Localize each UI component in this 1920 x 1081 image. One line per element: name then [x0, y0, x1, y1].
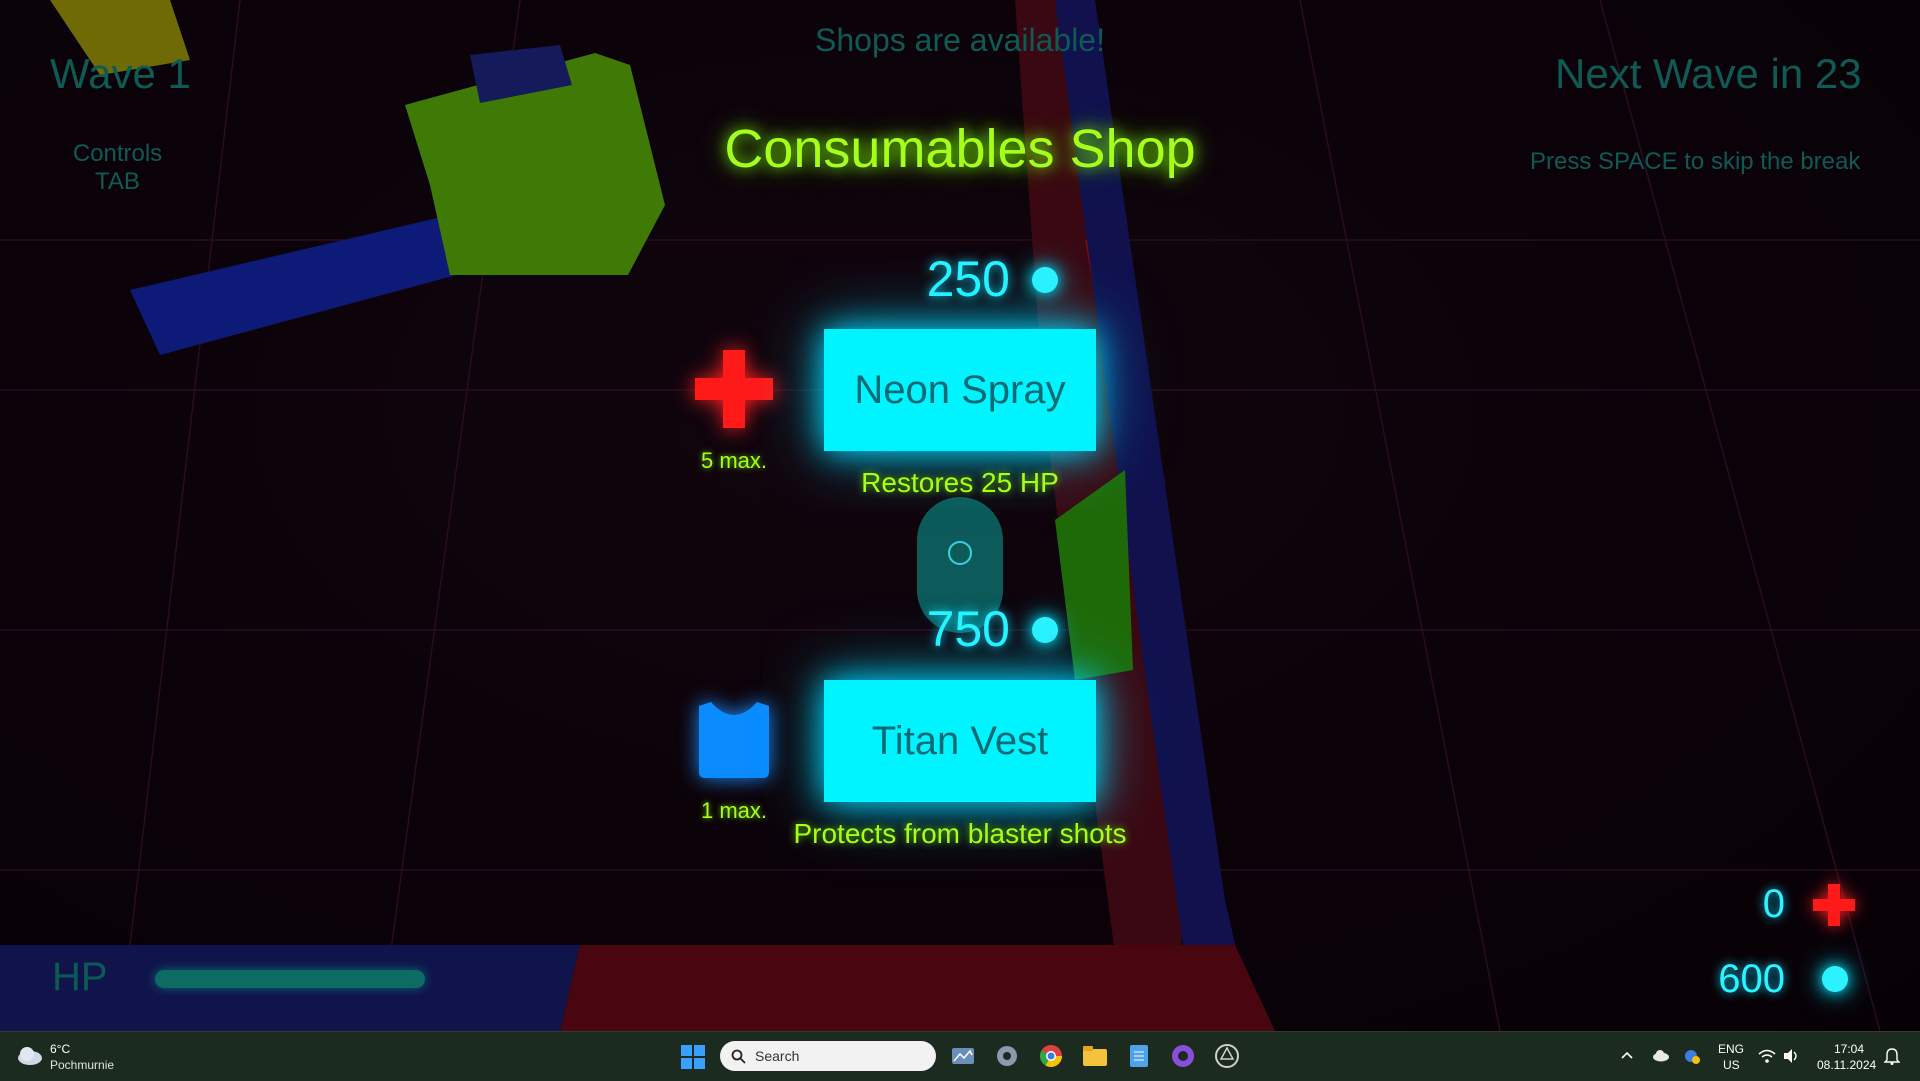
search-placeholder: Search	[755, 1048, 800, 1064]
speaker-icon[interactable]	[1782, 1047, 1800, 1065]
clock-time[interactable]: 17:04	[1834, 1042, 1864, 1056]
item-description: Protects from blaster shots	[793, 818, 1127, 849]
clock-date[interactable]: 08.11.2024	[1817, 1058, 1876, 1072]
security-status-icon[interactable]	[1683, 1047, 1701, 1065]
hp-bar	[155, 970, 425, 988]
floor-strips	[0, 945, 1275, 1031]
item-description: Restores 25 HP	[861, 467, 1059, 498]
hp-label: HP	[52, 955, 108, 999]
notification-bell-icon[interactable]	[1884, 1047, 1900, 1065]
windows-start-icon[interactable]	[681, 1045, 705, 1069]
weather-icon[interactable]	[16, 1044, 44, 1066]
settings-icon[interactable]	[994, 1043, 1020, 1069]
coin-icon	[1822, 966, 1848, 992]
coin-icon	[1032, 267, 1058, 293]
windows-taskbar: 6°C Pochmurnie Search ENG US 17:04 08.11…	[0, 1031, 1920, 1081]
shop-title: Consumables Shop	[724, 119, 1196, 179]
weather-temperature[interactable]: 6°C	[50, 1042, 70, 1056]
github-icon[interactable]	[1170, 1043, 1196, 1069]
chevron-up-icon[interactable]	[1620, 1050, 1634, 1060]
language-indicator-region[interactable]: US	[1723, 1058, 1740, 1072]
item-price: 250	[926, 251, 1010, 307]
red-cross-icon	[1813, 884, 1855, 926]
vest-icon	[699, 702, 769, 778]
buy-neon-spray-button[interactable]: Neon Spray	[824, 329, 1096, 451]
wifi-icon[interactable]	[1758, 1048, 1776, 1064]
search-icon	[731, 1049, 746, 1064]
taskbar-search-box[interactable]	[720, 1041, 936, 1071]
onedrive-icon[interactable]	[1652, 1048, 1670, 1062]
item-price: 750	[926, 601, 1010, 657]
buy-titan-vest-button[interactable]: Titan Vest	[824, 680, 1096, 802]
weather-description[interactable]: Pochmurnie	[50, 1058, 114, 1072]
chrome-icon[interactable]	[1038, 1043, 1064, 1069]
file-explorer-icon[interactable]	[1082, 1043, 1108, 1069]
coin-count: 600	[1718, 957, 1785, 1001]
coin-icon	[1032, 617, 1058, 643]
language-indicator-lang[interactable]: ENG	[1718, 1042, 1744, 1056]
task-view-icon[interactable]	[950, 1043, 976, 1069]
red-cross-icon	[695, 350, 773, 428]
notepad-icon[interactable]	[1126, 1043, 1152, 1069]
health-pack-count: 0	[1762, 882, 1785, 926]
next-wave-timer: Next Wave in 23	[1555, 50, 1862, 97]
unity-icon[interactable]	[1214, 1043, 1240, 1069]
